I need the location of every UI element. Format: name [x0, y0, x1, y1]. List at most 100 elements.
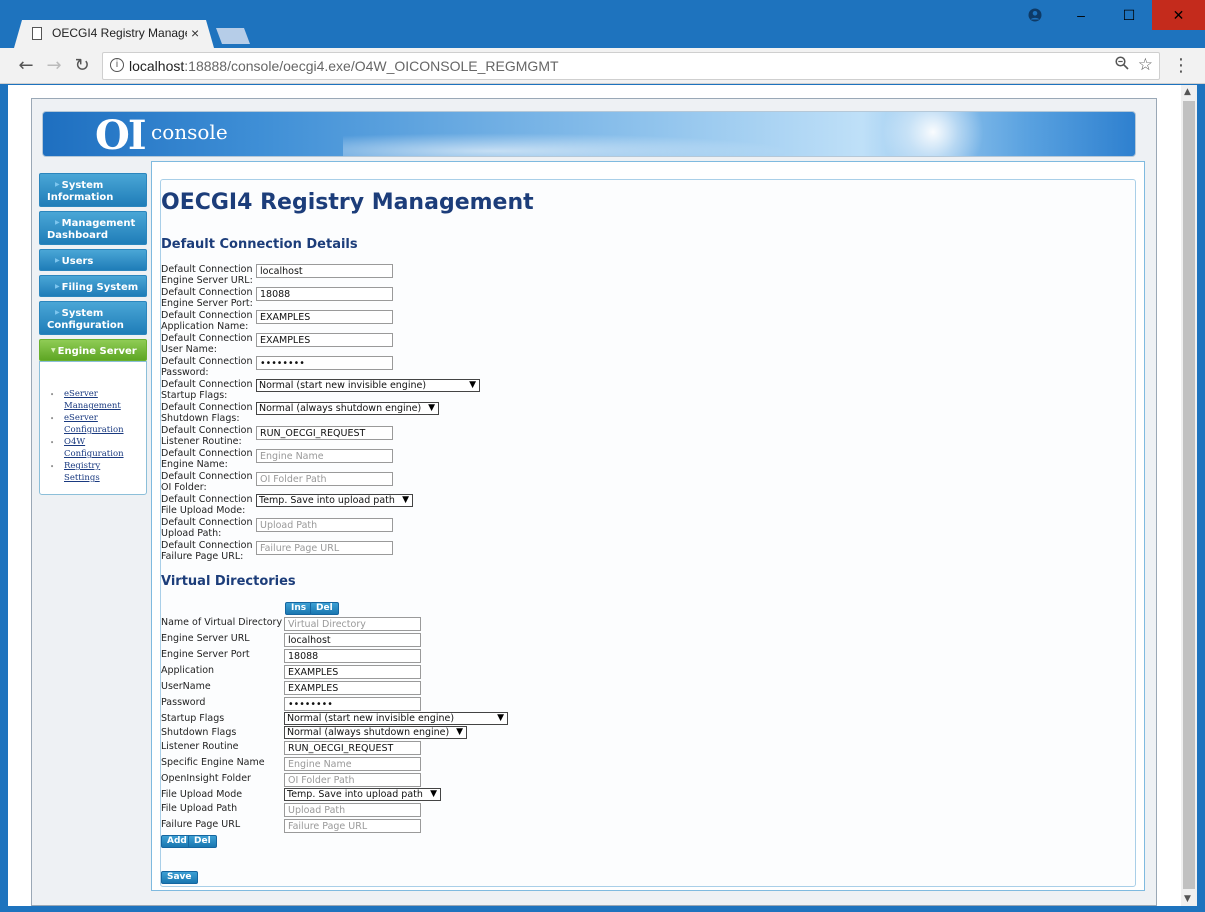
sidebar-item-users[interactable]: ▶ Users: [39, 249, 147, 271]
default-startup-flags-select[interactable]: Normal (start new invisible engine) ▼: [256, 379, 480, 392]
vd-username-input[interactable]: [284, 681, 421, 695]
default-engine-name-input[interactable]: [256, 449, 393, 463]
default-listener-routine-input[interactable]: [256, 426, 393, 440]
submenu-eserver-management[interactable]: • eServer Management: [50, 388, 146, 412]
page-viewport: OI console ▶ System Information ▶ Manageme…: [8, 85, 1181, 906]
default-application-name-input[interactable]: [256, 310, 393, 324]
zoom-icon[interactable]: [1115, 56, 1129, 74]
label-line: OI Folder:: [161, 482, 207, 493]
select-value: Temp. Save into upload path: [287, 789, 423, 800]
sidebar-item-system-configuration[interactable]: ▶ System Configuration: [39, 301, 147, 335]
field-label: Default Connection Engine Server Port:: [161, 287, 257, 309]
account-icon[interactable]: [1020, 0, 1050, 30]
submenu-registry-settings[interactable]: • Registry Settings: [50, 460, 146, 484]
vd-listener-routine-input[interactable]: [284, 741, 421, 755]
maximize-button[interactable]: ☐: [1106, 0, 1152, 30]
page-scrollbar[interactable]: ▲ ▼: [1181, 85, 1197, 906]
default-engine-server-port-input[interactable]: [256, 287, 393, 301]
delete-row-button[interactable]: Del: [310, 602, 339, 615]
virtual-directories-title: Virtual Directories: [161, 574, 296, 589]
field-label: Default Connection Application Name:: [161, 310, 257, 332]
label-line: Default Connection: [161, 333, 253, 344]
vd-failure-page-url-input[interactable]: [284, 819, 421, 833]
sidebar-item-label: Information: [47, 192, 114, 203]
banner-clouds: [343, 130, 843, 156]
default-oi-folder-input[interactable]: [256, 472, 393, 486]
tab-close-icon[interactable]: ×: [191, 25, 199, 41]
vd-file-upload-mode-select[interactable]: Temp. Save into upload path ▼: [284, 788, 441, 801]
page-title: OECGI4 Registry Management: [161, 190, 534, 215]
vd-engine-name-input[interactable]: [284, 757, 421, 771]
triangle-icon: ▶: [55, 283, 60, 290]
vd-label: File Upload Path: [161, 803, 238, 814]
submenu-eserver-configuration[interactable]: • eServer Configuration: [50, 412, 146, 436]
label-line: Upload Path:: [161, 528, 222, 539]
site-info-icon[interactable]: i: [110, 58, 124, 72]
default-user-name-input[interactable]: [256, 333, 393, 347]
reload-icon[interactable]: ↻: [70, 54, 94, 78]
browser-menu-icon[interactable]: ⋮: [1172, 54, 1190, 78]
default-shutdown-flags-select[interactable]: Normal (always shutdown engine) ▼: [256, 402, 439, 415]
browser-tab[interactable]: OECGI4 Registry Manage ×: [14, 20, 214, 48]
save-button[interactable]: Save: [161, 871, 198, 884]
sidebar-item-management-dashboard[interactable]: ▶ Management Dashboard: [39, 211, 147, 245]
virtual-directory-name-input[interactable]: [284, 617, 421, 631]
sidebar-menu: ▶ System Information ▶ Management Dashboar…: [39, 173, 149, 495]
dropdown-arrow-icon: ▼: [497, 713, 504, 723]
new-tab-button[interactable]: [216, 28, 250, 44]
url-path: :18888/console/oecgi4.exe/O4W_OICONSOLE_…: [184, 58, 559, 74]
submenu-o4w-configuration[interactable]: • O4W Configuration: [50, 436, 146, 460]
vd-upload-path-input[interactable]: [284, 803, 421, 817]
triangle-icon: ▶: [55, 181, 60, 188]
vd-label: Failure Page URL: [161, 819, 241, 830]
field-label: Default Connection Engine Name:: [161, 448, 257, 470]
default-file-upload-mode-select[interactable]: Temp. Save into upload path ▼: [256, 494, 413, 507]
sidebar-item-label: Configuration: [47, 320, 124, 331]
default-engine-server-url-input[interactable]: [256, 264, 393, 278]
vd-password-input[interactable]: [284, 697, 421, 711]
back-arrow-icon[interactable]: ←: [14, 54, 38, 78]
sidebar-item-label: Dashboard: [47, 230, 108, 241]
vd-application-input[interactable]: [284, 665, 421, 679]
default-password-input[interactable]: [256, 356, 393, 370]
vd-label: Engine Server Port: [161, 649, 250, 660]
dropdown-arrow-icon: ▼: [430, 789, 437, 799]
content-panel: OECGI4 Registry Management Default Conne…: [151, 161, 1145, 891]
vd-startup-flags-select[interactable]: Normal (start new invisible engine) ▼: [284, 712, 508, 725]
vd-engine-server-port-input[interactable]: [284, 649, 421, 663]
close-window-button[interactable]: ✕: [1152, 0, 1205, 30]
default-upload-path-input[interactable]: [256, 518, 393, 532]
field-label: Default Connection Upload Path:: [161, 517, 257, 539]
scroll-up-arrow-icon[interactable]: ▲: [1184, 87, 1191, 97]
label-line: Default Connection: [161, 540, 253, 551]
bookmark-star-icon[interactable]: ☆: [1138, 55, 1153, 75]
url-text: localhost:18888/console/oecgi4.exe/O4W_O…: [129, 58, 559, 74]
field-label: Default Connection Engine Server URL:: [161, 264, 257, 286]
vd-oi-folder-input[interactable]: [284, 773, 421, 787]
forward-arrow-icon[interactable]: →: [42, 54, 66, 78]
field-label: Default Connection Password:: [161, 356, 257, 378]
vd-label: Engine Server URL: [161, 633, 250, 644]
sidebar-item-engine-server[interactable]: ▼ Engine Server: [39, 339, 147, 361]
insert-button[interactable]: Ins: [285, 602, 313, 615]
delete-button[interactable]: Del: [188, 835, 217, 848]
default-failure-page-url-input[interactable]: [256, 541, 393, 555]
scroll-down-arrow-icon[interactable]: ▼: [1184, 894, 1191, 904]
field-label: Default Connection OI Folder:: [161, 471, 257, 493]
label-line: Default Connection: [161, 448, 253, 459]
triangle-icon: ▶: [55, 219, 60, 226]
vd-label: Listener Routine: [161, 741, 239, 752]
sidebar-item-label: System: [61, 308, 104, 319]
scrollbar-thumb[interactable]: [1183, 101, 1195, 889]
sidebar-item-system-information[interactable]: ▶ System Information: [39, 173, 147, 207]
label-line: Startup Flags:: [161, 390, 228, 401]
vd-label: Application: [161, 665, 215, 676]
address-bar[interactable]: i localhost:18888/console/oecgi4.exe/O4W…: [102, 52, 1160, 80]
field-label: Default Connection Shutdown Flags:: [161, 402, 257, 424]
sidebar-item-label: Management: [61, 218, 136, 229]
vd-label: OpenInsight Folder: [161, 773, 251, 784]
vd-shutdown-flags-select[interactable]: Normal (always shutdown engine) ▼: [284, 726, 467, 739]
sidebar-item-filing-system[interactable]: ▶ Filing System: [39, 275, 147, 297]
minimize-button[interactable]: –: [1058, 0, 1104, 30]
vd-engine-server-url-input[interactable]: [284, 633, 421, 647]
